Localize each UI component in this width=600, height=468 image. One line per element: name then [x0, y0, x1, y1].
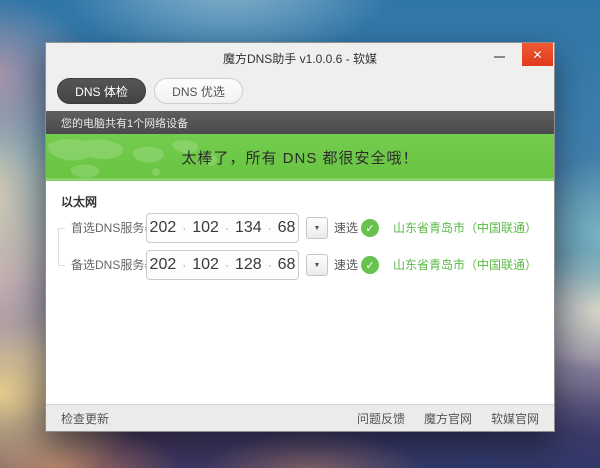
device-status-text: 您的电脑共有1个网络设备: [61, 115, 188, 131]
ip-dot: ·: [225, 258, 229, 272]
device-status-bar: 您的电脑共有1个网络设备: [46, 111, 554, 134]
ip-octet: 134: [235, 219, 262, 237]
ip-octet: 102: [192, 219, 219, 237]
content-panel: 以太网 首选DNS服务器 202 · 102 · 134 · 68 ▼ 速选: [46, 181, 554, 404]
desktop-background: 魔方DNS助手 v1.0.0.6 - 软媒 ✕ DNS 体检 DNS 优选 您的…: [0, 0, 600, 468]
feedback-link[interactable]: 问题反馈: [357, 410, 405, 427]
tab-dns-optimize[interactable]: DNS 优选: [154, 78, 243, 104]
secondary-safe-check-icon: ✓: [361, 256, 379, 274]
secondary-dns-dropdown-button[interactable]: ▼: [306, 254, 328, 276]
check-icon: ✓: [365, 222, 374, 235]
chevron-down-icon: ▼: [314, 225, 321, 232]
window-title: 魔方DNS助手 v1.0.0.6 - 软媒: [46, 50, 554, 67]
ip-octet: 102: [192, 256, 219, 274]
secondary-dns-input[interactable]: 202 · 102 · 128 · 68: [146, 250, 299, 280]
ip-octet: 202: [150, 219, 177, 237]
ip-dot: ·: [268, 221, 272, 235]
tab-dns-check[interactable]: DNS 体检: [57, 78, 146, 104]
primary-safe-check-icon: ✓: [361, 219, 379, 237]
ip-dot: ·: [225, 221, 229, 235]
ip-octet: 68: [278, 256, 296, 274]
check-update-link[interactable]: 检查更新: [61, 410, 109, 427]
titlebar: 魔方DNS助手 v1.0.0.6 - 软媒 ✕: [46, 43, 554, 71]
close-button[interactable]: ✕: [522, 43, 553, 66]
ip-dot: ·: [182, 221, 186, 235]
ip-dot: ·: [268, 258, 272, 272]
secondary-quick-select-link[interactable]: 速选: [334, 250, 358, 280]
minimize-icon: [494, 56, 505, 58]
secondary-dns-location: 山东省青岛市（中国联通）: [393, 250, 537, 280]
close-icon: ✕: [532, 48, 542, 62]
tab-bar: DNS 体检 DNS 优选: [46, 71, 554, 111]
ip-octet: 128: [235, 256, 262, 274]
secondary-dns-row: 备选DNS服务器 202 · 102 · 128 · 68 ▼ 速选 ✓ 山东省: [46, 250, 554, 280]
primary-dns-dropdown-button[interactable]: ▼: [306, 217, 328, 239]
ruanmei-site-link[interactable]: 软媒官网: [491, 410, 539, 427]
ip-dot: ·: [182, 258, 186, 272]
primary-dns-row: 首选DNS服务器 202 · 102 · 134 · 68 ▼ 速选 ✓ 山东省: [46, 213, 554, 243]
minimize-button[interactable]: [486, 47, 512, 66]
chevron-down-icon: ▼: [314, 262, 321, 269]
ip-octet: 202: [150, 256, 177, 274]
primary-dns-input[interactable]: 202 · 102 · 134 · 68: [146, 213, 299, 243]
app-window: 魔方DNS助手 v1.0.0.6 - 软媒 ✕ DNS 体检 DNS 优选 您的…: [45, 42, 555, 432]
primary-quick-select-link[interactable]: 速选: [334, 213, 358, 243]
mofang-site-link[interactable]: 魔方官网: [424, 410, 472, 427]
footer-bar: 检查更新 问题反馈 魔方官网 软媒官网: [46, 404, 554, 431]
banner-message: 太棒了，所有 DNS 都很安全哦！: [181, 147, 418, 168]
adapter-name: 以太网: [61, 193, 97, 210]
ip-octet: 68: [278, 219, 296, 237]
check-icon: ✓: [365, 259, 374, 272]
result-banner: 太棒了，所有 DNS 都很安全哦！: [46, 134, 554, 181]
secondary-dns-label: 备选DNS服务器: [71, 250, 156, 280]
primary-dns-label: 首选DNS服务器: [71, 213, 156, 243]
primary-dns-location: 山东省青岛市（中国联通）: [393, 213, 537, 243]
